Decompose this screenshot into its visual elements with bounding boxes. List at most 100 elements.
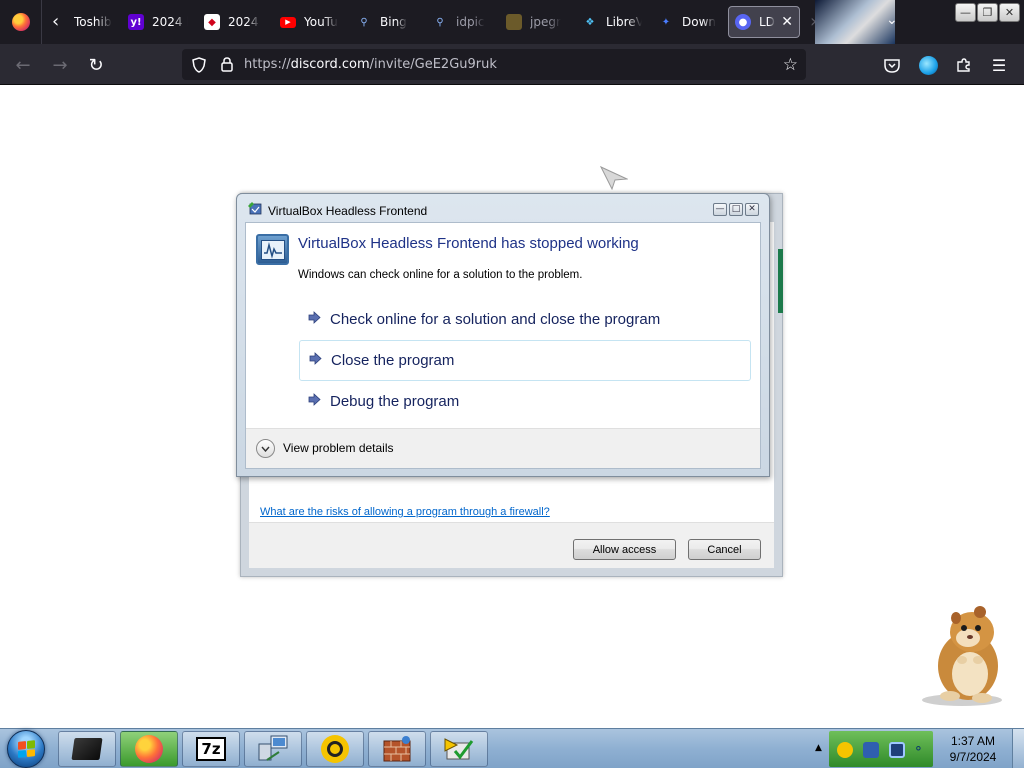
browser-tab-strip: ‹ Toshiba y! 2024 h ◆ 2024 f ▶ YouTube ⚲… [0,0,1024,44]
firefox-icon [135,735,163,763]
mouse-cursor-icon [600,166,628,190]
url-host: discord.com [290,57,370,72]
tab-label: YouTube [304,15,338,29]
tab-label: Bing [380,15,407,29]
allow-access-button[interactable]: Allow access [573,539,676,560]
start-button[interactable] [7,730,45,768]
check-online-option[interactable]: Check online for a solution and close th… [299,300,751,341]
option-label: Close the program [331,352,455,369]
tab-close-icon[interactable]: ✕ [781,14,793,30]
taskbar-lightpdf-app[interactable] [306,731,364,767]
minimize-button[interactable]: — [955,3,976,22]
tab-scroll-left-icon[interactable]: ‹ [52,12,70,32]
url-bar[interactable]: https://discord.com/invite/GeE2Gu9ruk ☆ [182,49,806,80]
tab-youtube[interactable]: ▶ YouTube [280,6,338,38]
black-box-icon [71,738,103,760]
firefox-view-button[interactable] [0,0,42,44]
program-stopped-dialog: VirtualBox Headless Frontend — □ ✕ Virtu… [236,193,770,477]
close-program-option[interactable]: Close the program [299,340,751,381]
debug-program-option[interactable]: Debug the program [299,382,751,423]
tray-shield-icon[interactable] [863,742,879,758]
tab-label: Down [682,15,716,29]
window-controls: — ❐ ✕ [955,3,1020,22]
firewall-status-bar [778,249,783,313]
taskbar-clock[interactable]: 1:37 AM 9/7/2024 [938,733,1008,765]
back-icon[interactable]: ← [10,52,36,78]
reload-icon[interactable]: ↻ [83,52,109,78]
close-button[interactable]: ✕ [999,3,1020,22]
url-path: /invite/GeE2Gu9ruk [369,57,497,72]
tab-download[interactable]: ✦ Down [658,6,716,38]
extensions-puzzle-icon[interactable] [953,54,975,76]
taskbar-black-box-app[interactable] [58,731,116,767]
tab-bing[interactable]: ⚲ Bing [356,6,408,38]
url-scheme: https:// [244,57,291,72]
arrow-right-icon [308,311,321,324]
restore-button[interactable]: ❐ [977,3,998,22]
dialog-titlebar[interactable]: VirtualBox Headless Frontend — □ ✕ [237,194,769,220]
dialog-description: Windows can check online for a solution … [298,269,583,281]
clock-date: 9/7/2024 [949,750,997,764]
tab-libre[interactable]: ❖ LibreV [582,6,642,38]
mitsubishi-icon: ◆ [204,14,220,30]
windows-taskbar: 7z ▲ ⚬ 1:37 AM 9/7/2024 [0,728,1024,768]
doc-icon [506,14,522,30]
dialog-close-button[interactable]: ✕ [745,203,759,216]
dialog-title: VirtualBox Headless Frontend [268,204,428,218]
libre-icon: ❖ [585,16,595,28]
option-label: Debug the program [330,393,460,410]
tab-label: LDK [759,15,775,29]
dialog-minimize-button[interactable]: — [713,203,727,216]
taskbar-firewall-app[interactable] [368,731,426,767]
brick-wall-icon [383,736,411,762]
windows-logo-icon [18,740,35,758]
hamster-desktop-pet[interactable] [920,604,1010,708]
tab-label: LibreV [606,15,642,29]
taskbar-network-app[interactable] [244,731,302,767]
firewall-risks-link[interactable]: What are the risks of allowing a program… [260,506,550,518]
cancel-button[interactable]: Cancel [688,539,761,560]
forward-icon[interactable]: → [47,52,73,78]
arrow-right-icon [308,393,321,406]
view-problem-details[interactable]: View problem details [283,441,394,455]
account-avatar-icon[interactable] [917,54,939,76]
problem-monitor-icon [256,234,289,265]
discord-icon: ● [735,14,751,30]
show-hidden-icons-icon[interactable]: ▲ [815,743,822,753]
search-icon: ⚲ [360,16,368,28]
taskbar-security-app[interactable] [430,731,488,767]
pocket-icon[interactable] [881,54,903,76]
tab-toshiba[interactable]: Toshiba [74,6,112,38]
url-text[interactable]: https://discord.com/invite/GeE2Gu9ruk [244,57,497,72]
dialog-body: VirtualBox Headless Frontend has stopped… [245,222,761,469]
clock-time: 1:37 AM [950,734,996,748]
app-menu-icon[interactable]: ☰ [988,54,1010,76]
tab-label: 2024 h [152,15,188,29]
tray-network-icon[interactable]: ⚬ [913,742,929,758]
puzzle-icon: ✦ [661,16,671,28]
tab-yahoo[interactable]: y! 2024 h [128,6,188,38]
chevron-down-icon[interactable] [256,439,275,458]
lock-icon[interactable] [218,56,236,74]
youtube-icon: ▶ [280,16,296,28]
tab-mitsubishi[interactable]: ◆ 2024 f [204,6,260,38]
dialog-maximize-button[interactable]: □ [729,203,743,216]
tray-display-icon[interactable] [889,742,905,758]
tab-label: jpegr [530,15,561,29]
tab-idpic[interactable]: ⚲ idpic [432,6,488,38]
tab-discord-active[interactable]: ● LDK ✕ [728,6,800,38]
show-desktop-button[interactable] [1012,729,1024,768]
problem-details-bar: View problem details [246,428,760,468]
taskbar-firefox[interactable] [120,731,178,767]
tab-label: idpic [456,15,485,29]
tracking-shield-icon[interactable] [190,56,208,74]
tray-lightpdf-icon[interactable] [837,742,853,758]
taskbar-7zip[interactable]: 7z [182,731,240,767]
tab-jpeg[interactable]: jpegr [506,6,562,38]
network-computers-icon [258,735,288,761]
list-all-tabs-icon[interactable]: ⌄ [886,12,898,28]
bookmark-star-icon[interactable]: ☆ [783,55,798,75]
firefox-icon [11,13,30,31]
app-p-icon [321,735,349,763]
search-icon: ⚲ [436,16,444,28]
